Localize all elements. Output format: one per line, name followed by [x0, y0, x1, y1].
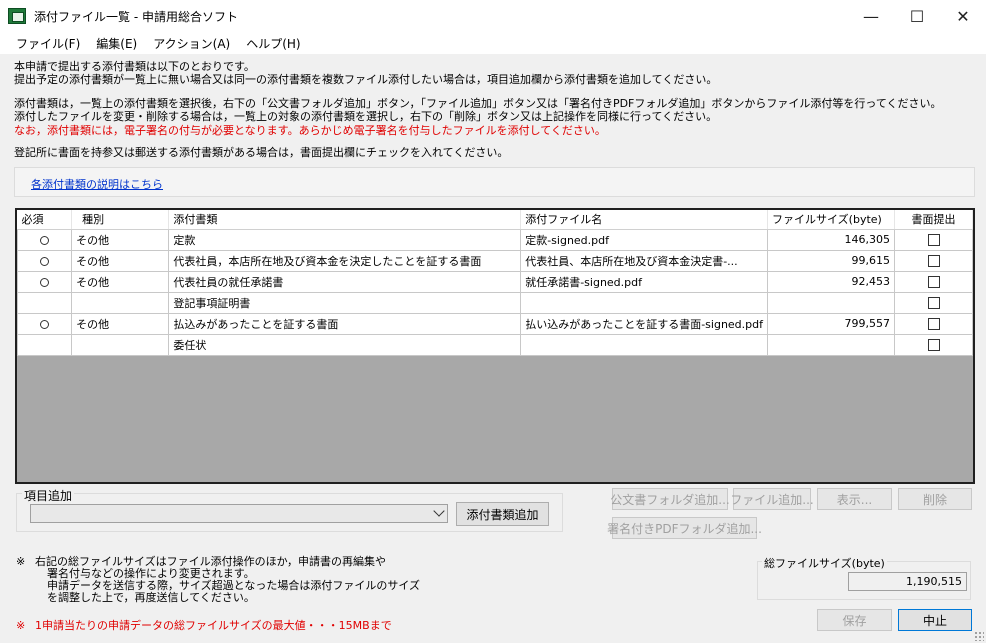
table-row[interactable]: その他 代表社員の就任承諾書 就任承諾書-signed.pdf 92,453 [17, 270, 973, 293]
menu-bar: ファイル(F) 編集(E) アクション(A) ヘルプ(H) [0, 32, 986, 54]
required-mark [17, 333, 73, 356]
maximize-button[interactable]: ☐ [894, 0, 940, 32]
info-warning: なお，添付書類には，電子署名の付与が必要となります。あらかじめ電子署名を付与した… [14, 124, 606, 137]
paper-cell [894, 249, 973, 272]
header-filesize[interactable]: ファイルサイズ(byte) [767, 210, 895, 230]
required-mark [17, 291, 73, 314]
filename-cell: 就任承諾書-signed.pdf [520, 270, 768, 293]
document-help-link[interactable]: 各添付書類の説明はこちら [31, 176, 163, 192]
paper-cell [894, 228, 973, 251]
menu-edit[interactable]: 編集(E) [88, 35, 145, 52]
paper-cell [894, 312, 973, 335]
document-cell: 代表社員，本店所在地及び資本金を決定したことを証する書面 [168, 249, 522, 272]
paper-cell [894, 333, 973, 356]
window-title: 添付ファイル一覧 - 申請用総合ソフト [34, 9, 238, 24]
paper-cell [894, 291, 973, 314]
paper-submission-checkbox[interactable] [927, 276, 940, 288]
required-mark [17, 270, 73, 293]
total-size-label: 総ファイルサイズ(byte) [762, 555, 887, 571]
table-row[interactable]: 登記事項証明書 [17, 291, 973, 314]
required-circle-icon [40, 235, 50, 245]
document-cell: 代表社員の就任承諾書 [168, 270, 522, 293]
paper-submission-checkbox[interactable] [927, 318, 940, 330]
type-cell: その他 [71, 270, 170, 293]
max-size-note: 1申請当たりの申請データの総ファイルサイズの最大値・・・15MBまで [35, 619, 392, 632]
cancel-button[interactable]: 中止 [898, 609, 972, 631]
attachment-grid[interactable]: 必須 種別 添付書類 添付ファイル名 ファイルサイズ(byte) 書面提出 その… [15, 208, 975, 484]
filesize-cell [767, 333, 895, 356]
window-controls: — ☐ ✕ [848, 0, 986, 32]
paper-submission-checkbox[interactable] [927, 297, 940, 309]
menu-action[interactable]: アクション(A) [145, 35, 238, 52]
required-mark [17, 249, 73, 272]
header-filename[interactable]: 添付ファイル名 [520, 210, 768, 230]
title-bar: 添付ファイル一覧 - 申請用総合ソフト — ☐ ✕ [0, 0, 986, 32]
resize-grip-icon[interactable] [974, 631, 984, 641]
filesize-cell: 99,615 [767, 249, 895, 272]
add-document-button[interactable]: 添付書類追加 [456, 502, 549, 526]
type-cell: その他 [71, 312, 170, 335]
required-mark [17, 228, 73, 251]
menu-help[interactable]: ヘルプ(H) [238, 35, 308, 52]
table-row[interactable]: その他 定款 定款-signed.pdf 146,305 [17, 228, 973, 251]
menu-file[interactable]: ファイル(F) [8, 35, 88, 52]
filesize-cell: 146,305 [767, 228, 895, 251]
paper-submission-checkbox[interactable] [927, 255, 940, 267]
filesize-cell [767, 291, 895, 314]
table-row[interactable]: その他 払込みがあったことを証する書面 払い込みがあったことを証する書面-sig… [17, 312, 973, 335]
attachment-table: 必須 種別 添付書類 添付ファイル名 ファイルサイズ(byte) 書面提出 その… [17, 210, 973, 356]
filename-cell: 代表社員、本店所在地及び資本金決定書-... [520, 249, 768, 272]
filesize-cell: 799,557 [767, 312, 895, 335]
chevron-down-icon [433, 505, 445, 517]
note-mark: ※ [16, 555, 26, 568]
info-line-4: 添付したファイルを変更・削除する場合は，一覧上の対象の添付書類を選択し，右下の「… [14, 110, 718, 123]
add-file-button[interactable]: ファイル追加... [730, 488, 814, 510]
delete-button[interactable]: 削除 [898, 488, 972, 510]
minimize-button[interactable]: — [848, 0, 894, 32]
save-button[interactable]: 保存 [817, 609, 892, 631]
note-line-4: を調整した上で，再度送信してください。 [47, 591, 255, 604]
document-cell: 定款 [168, 228, 522, 251]
note-mark-red: ※ [16, 619, 26, 632]
required-mark [17, 312, 73, 335]
paper-submission-checkbox[interactable] [927, 339, 940, 351]
table-row[interactable]: 委任状 [17, 333, 973, 356]
type-cell: その他 [71, 249, 170, 272]
link-panel: 各添付書類の説明はこちら [14, 167, 975, 197]
type-cell [71, 333, 170, 356]
header-type[interactable]: 種別 [71, 210, 170, 230]
info-line-6: 登記所に書面を持参又は郵送する添付書類がある場合は，書面提出欄にチェックを入れて… [14, 146, 509, 159]
table-header-row: 必須 種別 添付書類 添付ファイル名 ファイルサイズ(byte) 書面提出 [17, 210, 973, 230]
required-circle-icon [40, 277, 50, 287]
type-cell [71, 291, 170, 314]
paper-cell [894, 270, 973, 293]
info-line-3: 添付書類は，一覧上の添付書類を選択後，右下の「公文書フォルダ追加」ボタン，「ファ… [14, 97, 942, 110]
type-cell: その他 [71, 228, 170, 251]
filesize-cell: 92,453 [767, 270, 895, 293]
paper-submission-checkbox[interactable] [927, 234, 940, 246]
document-type-select[interactable] [30, 504, 448, 523]
document-cell: 払込みがあったことを証する書面 [168, 312, 522, 335]
filename-cell: 定款-signed.pdf [520, 228, 768, 251]
total-size-field: 1,190,515 [848, 572, 967, 591]
table-row[interactable]: その他 代表社員，本店所在地及び資本金を決定したことを証する書面 代表社員、本店… [17, 249, 973, 272]
filename-cell [520, 333, 768, 356]
filename-cell [520, 291, 768, 314]
info-line-2: 提出予定の添付書類が一覧上に無い場合又は同一の添付書類を複数ファイル添付したい場… [14, 73, 718, 86]
app-icon [8, 8, 26, 24]
document-cell: 委任状 [168, 333, 522, 356]
add-item-label: 項目追加 [22, 487, 75, 504]
document-cell: 登記事項証明書 [168, 291, 522, 314]
view-button[interactable]: 表示... [817, 488, 892, 510]
filename-cell: 払い込みがあったことを証する書面-signed.pdf [520, 312, 768, 335]
info-line-1: 本申請で提出する添付書類は以下のとおりです。 [14, 60, 255, 73]
header-required[interactable]: 必須 [17, 210, 73, 230]
close-button[interactable]: ✕ [940, 0, 986, 32]
required-circle-icon [40, 256, 50, 266]
add-official-folder-button[interactable]: 公文書フォルダ追加... [610, 488, 730, 510]
header-paper-submission[interactable]: 書面提出 [894, 210, 973, 230]
header-document[interactable]: 添付書類 [168, 210, 522, 230]
required-circle-icon [40, 319, 50, 329]
add-signed-pdf-folder-button[interactable]: 署名付きPDFフォルダ追加... [607, 517, 762, 539]
